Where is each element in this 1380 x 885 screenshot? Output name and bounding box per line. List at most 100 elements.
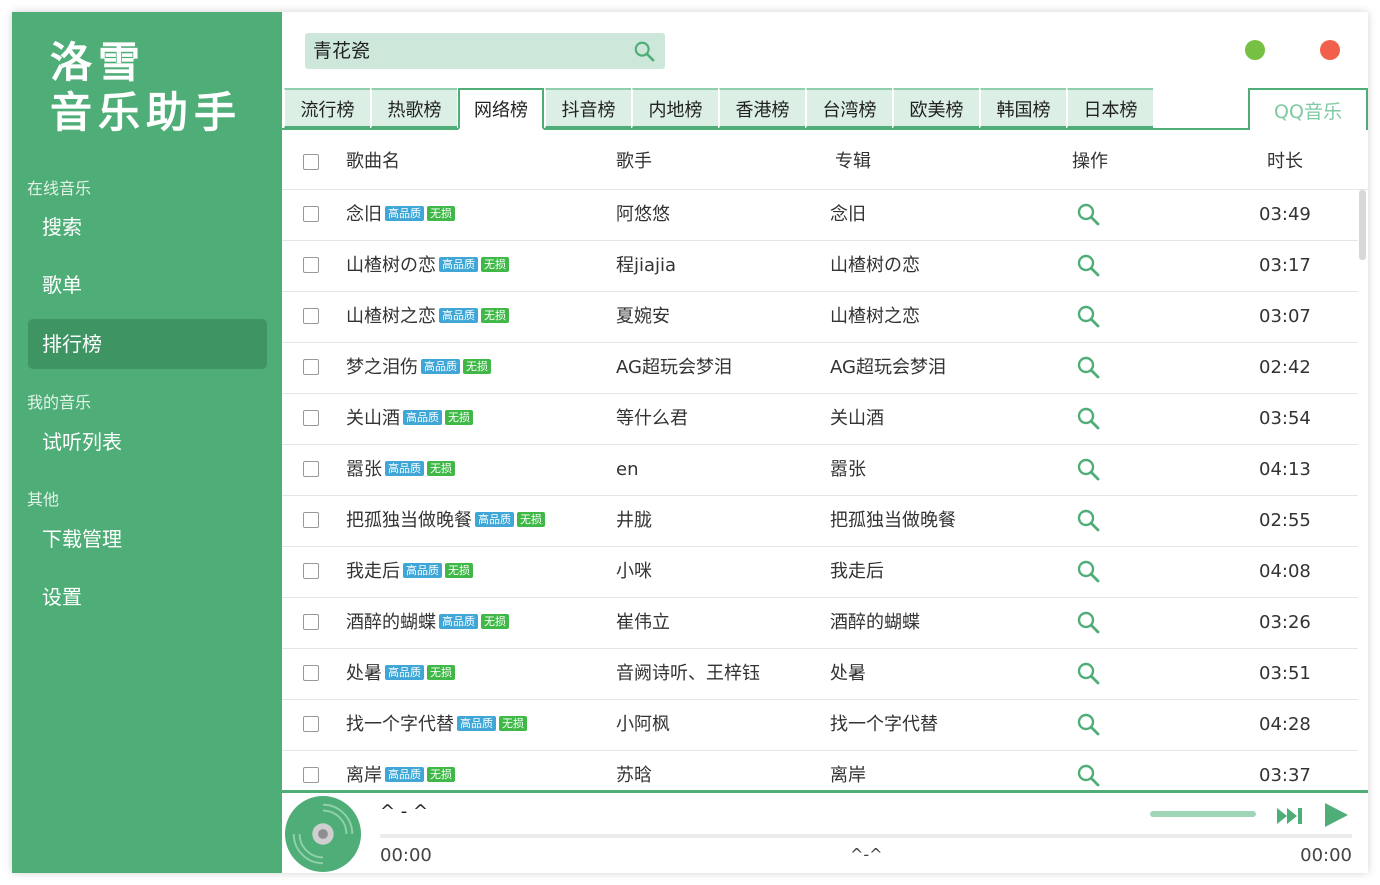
table-row[interactable]: 嚣张 高品质 无损 en 嚣张 04:13 — [282, 444, 1358, 496]
tag-high-quality: 高品质 — [421, 358, 460, 374]
row-checkbox[interactable] — [303, 410, 319, 426]
search-song-icon[interactable] — [1076, 202, 1100, 226]
minimize-button[interactable] — [1245, 40, 1265, 60]
album-cell: 把孤独当做晚餐 — [830, 510, 956, 531]
table-row[interactable]: 把孤独当做晚餐 高品质 无损 井胧 把孤独当做晚餐 02:55 — [282, 495, 1358, 547]
close-button[interactable] — [1320, 40, 1340, 60]
search-song-icon[interactable] — [1076, 304, 1100, 328]
table-row[interactable]: 离岸 高品质 无损 苏晗 离岸 03:37 — [282, 750, 1358, 790]
sidebar-item-leaderboard[interactable]: 排行榜 — [28, 319, 267, 369]
duration-cell: 03:51 — [1259, 663, 1311, 684]
search-song-icon[interactable] — [1076, 763, 1100, 787]
tab-leaderboard[interactable]: 香港榜 — [719, 88, 805, 128]
tab-leaderboard[interactable]: 网络榜 — [458, 88, 544, 130]
duration-cell: 04:08 — [1259, 561, 1311, 582]
header-duration: 时长 — [1267, 151, 1303, 172]
album-cell: 找一个字代替 — [830, 714, 938, 735]
search-box[interactable]: 青花瓷 — [305, 33, 665, 69]
player-total-time: 00:00 — [1300, 845, 1352, 866]
row-checkbox[interactable] — [303, 461, 319, 477]
tab-leaderboard[interactable]: 台湾榜 — [806, 88, 892, 128]
table-row[interactable]: 梦之泪伤 高品质 无损 AG超玩会梦泪 AG超玩会梦泪 02:42 — [282, 342, 1358, 394]
table-row[interactable]: 关山酒 高品质 无损 等什么君 关山酒 03:54 — [282, 393, 1358, 445]
tab-leaderboard[interactable]: 欧美榜 — [893, 88, 979, 128]
tag-lossless: 无损 — [481, 613, 509, 629]
song-name-cell: 处暑 高品质 无损 — [346, 648, 455, 699]
search-song-icon[interactable] — [1076, 457, 1100, 481]
search-song-icon[interactable] — [1076, 406, 1100, 430]
search-icon[interactable] — [633, 40, 655, 62]
song-name: 离岸 — [346, 765, 382, 786]
search-song-icon[interactable] — [1076, 559, 1100, 583]
song-name: 关山酒 — [346, 408, 400, 429]
row-checkbox[interactable] — [303, 512, 319, 528]
header-action: 操作 — [1072, 151, 1108, 172]
singer-cell: AG超玩会梦泪 — [616, 357, 732, 378]
song-name: 酒醉的蝴蝶 — [346, 612, 436, 633]
sidebar-item-play-list[interactable]: 试听列表 — [28, 417, 267, 467]
search-song-icon[interactable] — [1076, 661, 1100, 685]
tag-high-quality: 高品质 — [457, 715, 496, 731]
player-bar: ^ - ^ 00:00 ^-^ 00:00 — [282, 790, 1368, 873]
album-disc-icon — [284, 795, 362, 873]
select-all-checkbox[interactable] — [303, 154, 319, 170]
tag-lossless: 无损 — [445, 409, 473, 425]
sidebar-item-songlist[interactable]: 歌单 — [28, 260, 267, 310]
song-name: 山楂树の恋 — [346, 255, 436, 276]
table-row[interactable]: 山楂树の恋 高品质 无损 程jiajia 山楂树の恋 03:17 — [282, 240, 1358, 292]
logo-line-1: 洛雪 — [50, 38, 147, 87]
tab-leaderboard[interactable]: 内地榜 — [632, 88, 718, 128]
row-checkbox[interactable] — [303, 716, 319, 732]
row-checkbox[interactable] — [303, 767, 319, 783]
tab-leaderboard[interactable]: 韩国榜 — [980, 88, 1066, 128]
table-row[interactable]: 处暑 高品质 无损 音阙诗听、王梓钰 处暑 03:51 — [282, 648, 1358, 700]
tab-leaderboard[interactable]: 抖音榜 — [545, 88, 631, 128]
album-cell: 我走后 — [830, 561, 884, 582]
app-logo: 洛雪 音乐助手 — [50, 38, 242, 138]
table-row[interactable]: 我走后 高品质 无损 小咪 我走后 04:08 — [282, 546, 1358, 598]
row-checkbox[interactable] — [303, 614, 319, 630]
volume-slider[interactable] — [1150, 811, 1256, 817]
sidebar-item-downloads[interactable]: 下载管理 — [28, 514, 267, 564]
table-row[interactable]: 山楂树之恋 高品质 无损 夏婉安 山楂树之恋 03:07 — [282, 291, 1358, 343]
search-song-icon[interactable] — [1076, 712, 1100, 736]
next-track-icon[interactable] — [1276, 803, 1306, 829]
singer-cell: en — [616, 459, 639, 480]
sidebar-item-search[interactable]: 搜索 — [28, 202, 267, 252]
search-input[interactable]: 青花瓷 — [313, 33, 370, 69]
tag-high-quality: 高品质 — [385, 205, 424, 221]
row-checkbox[interactable] — [303, 206, 319, 222]
search-song-icon[interactable] — [1076, 610, 1100, 634]
progress-bar[interactable] — [380, 834, 1352, 838]
play-icon[interactable] — [1322, 801, 1350, 829]
table-row[interactable]: 念旧 高品质 无损 阿悠悠 念旧 03:49 — [282, 189, 1358, 241]
search-song-icon[interactable] — [1076, 253, 1100, 277]
tab-source-qq[interactable]: QQ音乐 — [1248, 88, 1368, 130]
song-name: 处暑 — [346, 663, 382, 684]
tag-lossless: 无损 — [427, 460, 455, 476]
sidebar-item-settings[interactable]: 设置 — [28, 572, 267, 622]
duration-cell: 03:54 — [1259, 408, 1311, 429]
row-checkbox[interactable] — [303, 308, 319, 324]
header-song-name: 歌曲名 — [346, 151, 400, 172]
table-row[interactable]: 找一个字代替 高品质 无损 小阿枫 找一个字代替 04:28 — [282, 699, 1358, 751]
song-name: 找一个字代替 — [346, 714, 454, 735]
song-name-cell: 离岸 高品质 无损 — [346, 750, 455, 790]
duration-cell: 04:13 — [1259, 459, 1311, 480]
search-song-icon[interactable] — [1076, 508, 1100, 532]
tab-leaderboard[interactable]: 热歌榜 — [371, 88, 457, 128]
search-song-icon[interactable] — [1076, 355, 1100, 379]
row-checkbox[interactable] — [303, 359, 319, 375]
duration-cell: 03:17 — [1259, 255, 1311, 276]
tab-leaderboard[interactable]: 日本榜 — [1067, 88, 1153, 128]
sidebar: 洛雪 音乐助手 在线音乐 搜索 歌单 排行榜 我的音乐 试听列表 其他 下载管理… — [12, 12, 282, 873]
table-row[interactable]: 酒醉的蝴蝶 高品质 无损 崔伟立 酒醉的蝴蝶 03:26 — [282, 597, 1358, 649]
tab-leaderboard[interactable]: 流行榜 — [284, 88, 370, 128]
album-cell: 山楂树の恋 — [830, 255, 920, 276]
album-cell: 山楂树之恋 — [830, 306, 920, 327]
singer-cell: 小咪 — [616, 561, 652, 582]
list-scrollbar[interactable] — [1359, 190, 1366, 260]
row-checkbox[interactable] — [303, 257, 319, 273]
row-checkbox[interactable] — [303, 665, 319, 681]
row-checkbox[interactable] — [303, 563, 319, 579]
